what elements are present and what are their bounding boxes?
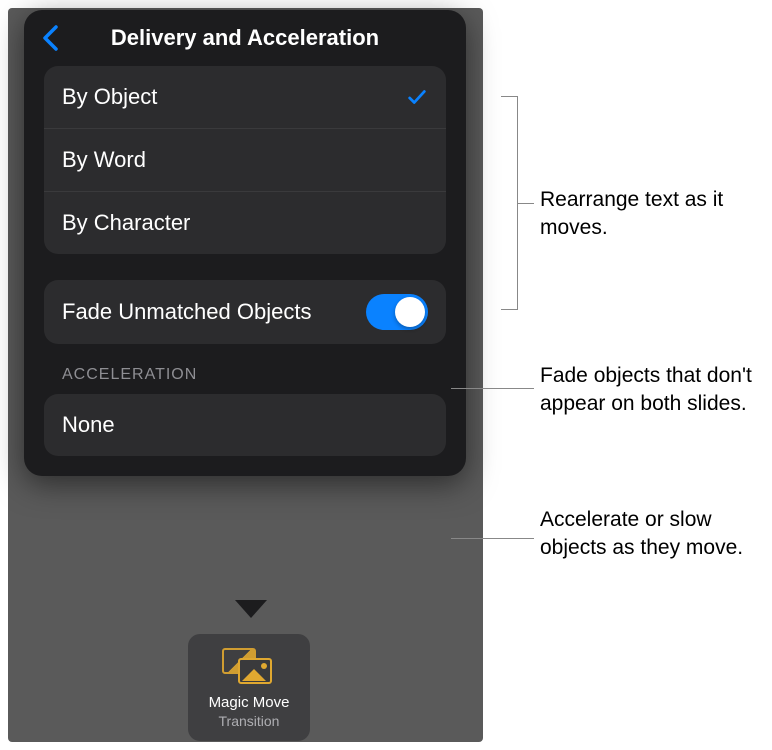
delivery-option-by-character[interactable]: By Character [44,192,446,254]
option-label: By Object [62,84,157,110]
callout-tick [501,96,509,97]
callout-lead [451,538,534,539]
delivery-group: By Object By Word By Character [44,66,446,254]
popover-content: By Object By Word By Character Fade Unma… [24,66,466,476]
callout-text: Fade objects that don't appear on both s… [540,364,752,415]
back-button[interactable] [40,24,64,52]
acceleration-option-none[interactable]: None [44,394,446,456]
transition-subtitle: Transition [196,713,302,729]
popover-title: Delivery and Acceleration [111,25,379,51]
fade-toggle-label: Fade Unmatched Objects [62,298,366,327]
fade-unmatched-toggle[interactable] [366,294,428,330]
callout-fade: Fade objects that don't appear on both s… [540,362,760,419]
callout-text: Rearrange text as it moves. [540,188,723,239]
magic-move-icon [222,648,276,686]
fade-group: Fade Unmatched Objects [44,280,446,344]
acceleration-section-header: ACCELERATION [44,344,446,394]
fade-unmatched-row: Fade Unmatched Objects [44,280,446,344]
delivery-option-by-object[interactable]: By Object [44,66,446,129]
delivery-option-by-word[interactable]: By Word [44,129,446,192]
chevron-left-icon [40,24,64,52]
acceleration-group: None [44,394,446,456]
switch-knob [395,297,425,327]
delivery-acceleration-popover: Delivery and Acceleration By Object By W… [24,10,466,476]
option-label: By Word [62,147,146,173]
transition-title: Magic Move [196,694,302,711]
transition-thumbnail[interactable]: Magic Move Transition [188,634,310,741]
callout-accel: Accelerate or slow objects as they move. [540,506,760,563]
callout-tick [501,309,509,310]
option-label: By Character [62,210,190,236]
checkmark-icon [406,86,428,108]
callout-delivery: Rearrange text as it moves. [540,186,760,243]
popover-arrow [235,600,267,618]
callout-lead [518,203,534,204]
callout-bracket [508,96,518,310]
callout-lead [451,388,534,389]
callout-text: Accelerate or slow objects as they move. [540,508,743,559]
option-label: None [62,412,115,438]
popover-nav: Delivery and Acceleration [24,10,466,66]
